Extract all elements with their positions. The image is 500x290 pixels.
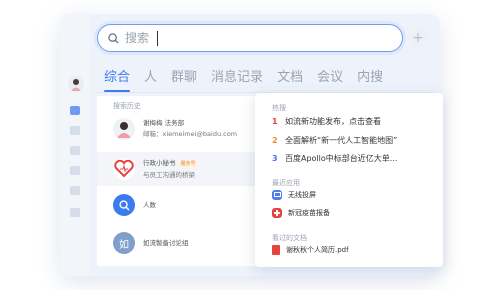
tab-all[interactable]: 综合 — [104, 66, 131, 92]
doc-name: 谢秋秋个人简历.pdf — [286, 246, 349, 254]
calendar-icon[interactable] — [70, 146, 80, 155]
docs-icon[interactable] — [70, 166, 80, 175]
history-item-name: 行政小秘书 — [143, 158, 176, 167]
add-button[interactable]: + — [408, 28, 428, 48]
search-tabs: 综合 人 群聊 消息记录 文档 会议 内搜 — [104, 66, 397, 92]
chat-icon[interactable] — [70, 106, 80, 115]
hot-item[interactable]: 3 百度Apollo中标部台近亿大单... — [272, 153, 397, 164]
tab-people[interactable]: 人 — [144, 66, 157, 85]
tab-internal-search[interactable]: 内搜 — [357, 66, 383, 85]
history-item[interactable]: 行政小秘书 服务号 与员工沟通的桥梁 — [97, 152, 262, 186]
heart-logo-icon — [113, 158, 135, 180]
hot-text: 全面解析“新一代人工智能地图” — [285, 136, 398, 145]
hot-item[interactable]: 1 如流新功能发布，点击查看 — [272, 116, 381, 127]
tab-meetings[interactable]: 会议 — [317, 66, 343, 85]
search-input[interactable] — [125, 31, 325, 45]
viewed-docs-title: 看过的文档 — [272, 234, 307, 242]
people-icon[interactable] — [70, 208, 80, 217]
files-icon[interactable] — [70, 186, 80, 195]
tab-messages[interactable]: 消息记录 — [211, 66, 263, 85]
hot-rank: 2 — [272, 136, 278, 145]
history-item-desc: 与员工沟通的桥梁 — [143, 170, 195, 179]
contacts-icon[interactable] — [70, 126, 80, 135]
history-item[interactable]: 人数 — [97, 193, 262, 217]
plus-icon: + — [412, 30, 424, 46]
service-account-badge: 服务号 — [178, 160, 198, 167]
cast-screen-icon — [272, 190, 282, 200]
vaccine-icon — [272, 208, 282, 218]
history-item-email: 邮箱：xiemeimei@baidu.com — [143, 130, 238, 138]
pdf-file-icon — [272, 245, 280, 255]
history-title: 搜索历史 — [113, 102, 141, 110]
doc-item[interactable]: 谢秋秋个人简历.pdf — [272, 245, 349, 255]
history-item-group: 如流製备讨论组 — [143, 238, 189, 247]
recent-app-name: 无线投屏 — [288, 191, 316, 199]
hot-rank: 3 — [272, 154, 278, 163]
hot-item[interactable]: 2 全面解析“新一代人工智能地图” — [272, 135, 397, 146]
history-item-query: 人数 — [143, 200, 156, 209]
history-item-name: 谢梅梅 法务部 — [143, 119, 185, 127]
recent-app-item[interactable]: 新冠疫苗报备 — [272, 208, 330, 218]
hot-title: 热搜 — [272, 104, 286, 112]
recent-app-name: 新冠疫苗报备 — [288, 209, 330, 217]
search-bar[interactable] — [97, 24, 403, 52]
hot-rank: 1 — [272, 117, 278, 126]
text-caret — [157, 30, 158, 46]
tab-docs[interactable]: 文档 — [277, 66, 303, 85]
search-icon — [108, 29, 119, 48]
history-item[interactable]: 如 如流製备讨论组 — [97, 231, 262, 255]
user-avatar — [113, 118, 135, 140]
search-icon — [113, 194, 135, 216]
left-sidebar — [60, 14, 90, 276]
group-avatar: 如 — [113, 232, 135, 254]
hot-text: 如流新功能发布，点击查看 — [285, 117, 381, 126]
recent-app-item[interactable]: 无线投屏 — [272, 190, 316, 200]
user-avatar[interactable] — [68, 76, 84, 92]
hot-text: 百度Apollo中标部台近亿大单... — [285, 154, 398, 163]
history-item[interactable]: 谢梅梅 法务部 邮箱：xiemeimei@baidu.com — [97, 114, 262, 144]
recent-apps-title: 最近应用 — [272, 179, 300, 187]
group-avatar-text: 如 — [119, 239, 129, 251]
tab-groups[interactable]: 群聊 — [171, 66, 197, 85]
